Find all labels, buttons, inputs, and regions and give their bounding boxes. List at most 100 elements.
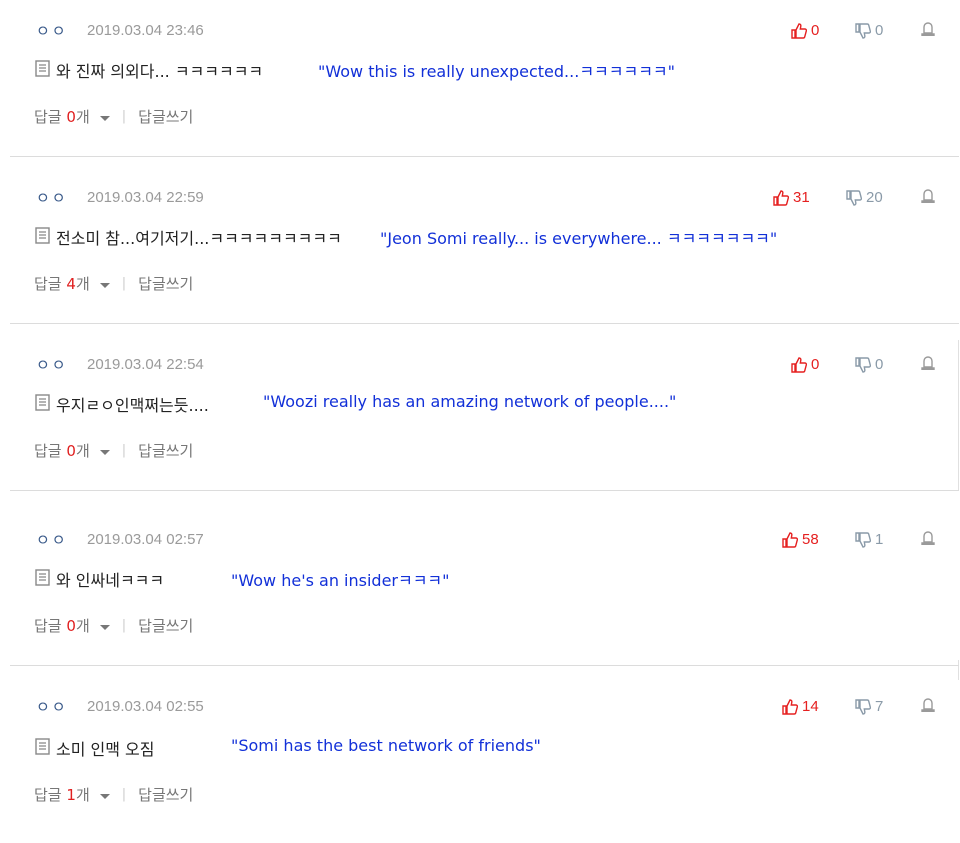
username[interactable]: ㅇㅇ bbox=[36, 20, 68, 41]
reply-suffix: 개 bbox=[75, 275, 90, 293]
reply-toggle[interactable]: 답글 4개 bbox=[34, 273, 90, 294]
report-button[interactable] bbox=[921, 531, 935, 550]
like-button[interactable]: 0 bbox=[791, 356, 819, 373]
dislike-count: 0 bbox=[875, 22, 884, 39]
dislike-count: 1 bbox=[875, 531, 884, 548]
comment-body: 전소미 참...여기저기...ㅋㅋㅋㅋㅋㅋㅋㅋㅋ "Jeon Somi real… bbox=[35, 223, 935, 248]
comment-body: 와 인싸네ㅋㅋㅋ "Wow he's an insiderㅋㅋㅋ" bbox=[35, 565, 935, 590]
reply-toggle[interactable]: 답글 0개 bbox=[34, 440, 90, 461]
reply-suffix: 개 bbox=[75, 442, 90, 460]
comment-date: 2019.03.04 23:46 bbox=[87, 22, 204, 39]
reply-count: 0 bbox=[66, 108, 76, 126]
divider: | bbox=[121, 787, 127, 802]
reply-bar: 답글 1개 | 답글쓰기 bbox=[34, 784, 193, 805]
comment-body: 소미 인맥 오짐 "Somi has the best network of f… bbox=[35, 734, 935, 759]
thumbs-up-icon bbox=[782, 698, 798, 715]
dislike-count: 20 bbox=[866, 189, 883, 206]
reply-bar: 답글 0개 | 답글쓰기 bbox=[34, 615, 193, 636]
comment-divider bbox=[10, 490, 959, 491]
dislike-button[interactable]: 7 bbox=[855, 698, 883, 715]
username[interactable]: ㅇㅇ bbox=[36, 187, 68, 208]
comment-text: 우지ㄹㅇ인맥쩌는듯.... bbox=[56, 396, 209, 415]
like-count: 0 bbox=[811, 356, 820, 373]
comment-date: 2019.03.04 22:54 bbox=[87, 356, 204, 373]
divider: | bbox=[121, 618, 127, 633]
siren-icon bbox=[921, 531, 935, 546]
like-button[interactable]: 31 bbox=[773, 189, 810, 206]
thumbs-down-icon bbox=[855, 531, 871, 548]
username[interactable]: ㅇㅇ bbox=[36, 696, 68, 717]
like-count: 58 bbox=[802, 531, 819, 548]
chevron-down-icon[interactable] bbox=[99, 116, 110, 121]
report-button[interactable] bbox=[921, 189, 935, 208]
divider: | bbox=[121, 109, 127, 124]
write-reply-button[interactable]: 답글쓰기 bbox=[138, 615, 193, 636]
comment-translation: "Wow this is really unexpected...ㅋㅋㅋㅋㅋㅋ" bbox=[318, 62, 675, 81]
comment-date: 2019.03.04 02:57 bbox=[87, 531, 204, 548]
siren-icon bbox=[921, 698, 935, 713]
reply-count: 0 bbox=[66, 617, 76, 635]
reply-toggle[interactable]: 답글 1개 bbox=[34, 784, 90, 805]
dislike-button[interactable]: 0 bbox=[855, 22, 883, 39]
reply-toggle[interactable]: 답글 0개 bbox=[34, 106, 90, 127]
thumbs-up-icon bbox=[791, 22, 807, 39]
thumbs-down-icon bbox=[855, 22, 871, 39]
reply-toggle[interactable]: 답글 0개 bbox=[34, 615, 90, 636]
comment-body: 우지ㄹㅇ인맥쩌는듯.... "Woozi really has an amazi… bbox=[35, 390, 935, 415]
thumbs-up-icon bbox=[791, 356, 807, 373]
write-reply-button[interactable]: 답글쓰기 bbox=[138, 273, 193, 294]
comment-divider bbox=[10, 665, 959, 666]
reply-bar: 답글 4개 | 답글쓰기 bbox=[34, 273, 193, 294]
like-count: 0 bbox=[811, 22, 820, 39]
divider: | bbox=[121, 276, 127, 291]
reply-label: 답글 bbox=[34, 442, 62, 460]
thumbs-up-icon bbox=[782, 531, 798, 548]
reply-label: 답글 bbox=[34, 617, 62, 635]
siren-icon bbox=[921, 22, 935, 37]
like-button[interactable]: 14 bbox=[782, 698, 819, 715]
username[interactable]: ㅇㅇ bbox=[36, 354, 68, 375]
reply-bar: 답글 0개 | 답글쓰기 bbox=[34, 440, 193, 461]
comment-item: ㅇㅇ 2019.03.04 02:57 58 1 와 인싸네ㅋㅋㅋ "Wow h… bbox=[10, 509, 959, 676]
write-reply-button[interactable]: 답글쓰기 bbox=[138, 106, 193, 127]
comment-translation: "Somi has the best network of friends" bbox=[231, 736, 541, 755]
write-reply-button[interactable]: 답글쓰기 bbox=[138, 784, 193, 805]
comment-date: 2019.03.04 22:59 bbox=[87, 189, 204, 206]
thumbs-down-icon bbox=[855, 356, 871, 373]
thumbs-up-icon bbox=[773, 189, 789, 206]
comment-text: 전소미 참...여기저기...ㅋㅋㅋㅋㅋㅋㅋㅋㅋ bbox=[56, 229, 342, 248]
siren-icon bbox=[921, 356, 935, 371]
divider: | bbox=[121, 443, 127, 458]
dislike-button[interactable]: 20 bbox=[846, 189, 883, 206]
chevron-down-icon[interactable] bbox=[99, 283, 110, 288]
reply-suffix: 개 bbox=[75, 786, 90, 804]
dislike-button[interactable]: 0 bbox=[855, 356, 883, 373]
reply-suffix: 개 bbox=[75, 108, 90, 126]
report-button[interactable] bbox=[921, 22, 935, 41]
document-icon bbox=[35, 394, 50, 411]
document-icon bbox=[35, 738, 50, 755]
chevron-down-icon[interactable] bbox=[99, 450, 110, 455]
comment-item: ㅇㅇ 2019.03.04 02:55 14 7 소미 인맥 오짐 "Somi … bbox=[10, 676, 959, 843]
username[interactable]: ㅇㅇ bbox=[36, 529, 68, 550]
document-icon bbox=[35, 569, 50, 586]
chevron-down-icon[interactable] bbox=[99, 625, 110, 630]
dislike-count: 0 bbox=[875, 356, 884, 373]
report-button[interactable] bbox=[921, 698, 935, 717]
write-reply-button[interactable]: 답글쓰기 bbox=[138, 440, 193, 461]
like-button[interactable]: 0 bbox=[791, 22, 819, 39]
chevron-down-icon[interactable] bbox=[99, 794, 110, 799]
comment-text: 와 인싸네ㅋㅋㅋ bbox=[56, 571, 165, 590]
dislike-button[interactable]: 1 bbox=[855, 531, 883, 548]
comment-divider bbox=[10, 323, 959, 324]
reply-count: 4 bbox=[66, 275, 76, 293]
report-button[interactable] bbox=[921, 356, 935, 375]
reply-suffix: 개 bbox=[75, 617, 90, 635]
thumbs-down-icon bbox=[855, 698, 871, 715]
like-count: 14 bbox=[802, 698, 819, 715]
comment-item: ㅇㅇ 2019.03.04 22:54 0 0 우지ㄹㅇ인맥쩌는듯.... "W… bbox=[10, 334, 959, 501]
comment-divider bbox=[10, 156, 959, 157]
comment-text: 소미 인맥 오짐 bbox=[56, 740, 155, 759]
like-button[interactable]: 58 bbox=[782, 531, 819, 548]
siren-icon bbox=[921, 189, 935, 204]
